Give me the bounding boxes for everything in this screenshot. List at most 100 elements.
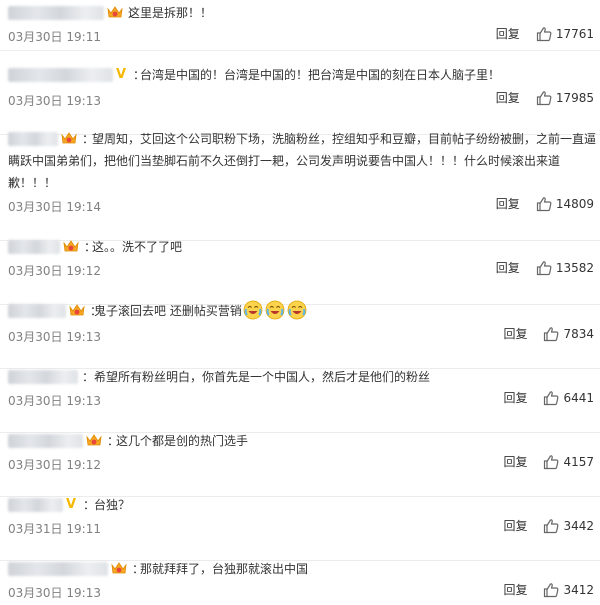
comment-text-content: 台湾是中国的！台湾是中国的！把台湾是中国的刻在日本人脑子里！ bbox=[140, 68, 501, 82]
comment-text: 台湾是中国的！台湾是中国的！把台湾是中国的刻在日本人脑子里！ bbox=[140, 64, 590, 86]
comment-text-content: 这几个都是创的热门选手 bbox=[116, 434, 249, 448]
thumbs-up-icon bbox=[543, 326, 559, 342]
comment-actions: 回复 17761 bbox=[496, 25, 594, 42]
crown-badge-icon bbox=[62, 238, 80, 257]
like-button[interactable]: 4157 bbox=[543, 454, 594, 470]
thumbs-up-icon bbox=[543, 582, 559, 598]
reply-button[interactable]: 回复 bbox=[496, 25, 520, 42]
reply-button[interactable]: 回复 bbox=[503, 453, 527, 470]
like-count: 17761 bbox=[555, 26, 594, 41]
comment-date: 03月30日 bbox=[8, 458, 63, 472]
comment-date: 03月30日 bbox=[8, 394, 63, 408]
svg-text:V: V bbox=[116, 67, 126, 80]
crying-laughing-emoji-icon bbox=[287, 300, 307, 327]
comment-text: 台独？ bbox=[94, 494, 554, 516]
comment-timestamp: 03月30日 19:14 bbox=[8, 198, 101, 215]
comment-text-content: 那就拜拜了，台独那就滚出中国 bbox=[140, 562, 309, 576]
comment-timestamp: 03月30日 19:11 bbox=[8, 28, 101, 45]
comment-text-content: 望周知，艾回这个公司职粉下场，洗脑粉丝，控组知乎和豆瓣，目前帖子纷纷被删，之前一… bbox=[8, 132, 597, 190]
like-button[interactable]: 17761 bbox=[536, 26, 594, 42]
blurred-username[interactable] bbox=[8, 434, 83, 448]
comment-timestamp: 03月30日 19:13 bbox=[8, 328, 101, 345]
like-button[interactable]: 6441 bbox=[543, 390, 594, 406]
comment-actions: 回复 14809 bbox=[496, 195, 594, 212]
comment-text: 希望所有粉丝明白，你首先是一个中国人，然后才是他们的粉丝 bbox=[94, 366, 554, 388]
comment-date: 03月30日 bbox=[8, 586, 63, 600]
blurred-username[interactable] bbox=[8, 240, 60, 254]
separator-colon: ： bbox=[82, 370, 95, 384]
thumbs-up-icon bbox=[543, 454, 559, 470]
like-count: 13582 bbox=[555, 260, 594, 275]
crown-badge-icon bbox=[106, 4, 124, 23]
crying-laughing-emoji-icon bbox=[265, 300, 285, 327]
like-button[interactable]: 3442 bbox=[543, 518, 594, 534]
comment-date: 03月30日 bbox=[8, 330, 63, 344]
comment-text: 这里是拆那！！ bbox=[128, 2, 588, 24]
comment-actions: 回复 7834 bbox=[503, 325, 594, 342]
comment-actions: 回复 3412 bbox=[503, 581, 594, 598]
comment-timestamp: 03月30日 19:12 bbox=[8, 262, 101, 279]
comment-date: 03月30日 bbox=[8, 264, 63, 278]
comment-time: 19:13 bbox=[66, 586, 101, 600]
comment-date: 03月30日 bbox=[8, 200, 63, 214]
like-count: 3412 bbox=[563, 582, 594, 597]
comment-timestamp: 03月30日 19:13 bbox=[8, 584, 101, 601]
comment-time: 19:13 bbox=[66, 394, 101, 408]
comment-text-content: 鬼子滚回去吧 还删帖买营销 bbox=[94, 304, 242, 318]
comment-time: 19:11 bbox=[66, 522, 101, 536]
reply-button[interactable]: 回复 bbox=[496, 89, 520, 106]
like-button[interactable]: 17985 bbox=[536, 90, 594, 106]
thumbs-up-icon bbox=[536, 196, 552, 212]
thumbs-up-icon bbox=[536, 26, 552, 42]
comment-date: 03月31日 bbox=[8, 522, 63, 536]
comment-user: ： bbox=[8, 4, 146, 23]
blurred-username[interactable] bbox=[8, 562, 108, 576]
comment-time: 19:11 bbox=[66, 30, 101, 44]
comment-actions: 回复 17985 bbox=[496, 89, 594, 106]
reply-button[interactable]: 回复 bbox=[496, 259, 520, 276]
like-count: 14809 bbox=[555, 196, 594, 211]
like-count: 3442 bbox=[563, 518, 594, 533]
crown-badge-icon bbox=[110, 560, 128, 579]
reply-button[interactable]: 回复 bbox=[503, 325, 527, 342]
comment-actions: 回复 4157 bbox=[503, 453, 594, 470]
comment-date: 03月30日 bbox=[8, 30, 63, 44]
blurred-username[interactable] bbox=[8, 6, 104, 20]
comment-user: V： bbox=[8, 496, 101, 514]
comment-timestamp: 03月30日 19:13 bbox=[8, 92, 101, 109]
comment-text: 那就拜拜了，台独那就滚出中国 bbox=[140, 558, 600, 580]
blurred-username[interactable] bbox=[8, 68, 113, 82]
comment-divider bbox=[0, 50, 600, 51]
crying-laughing-emoji-icon bbox=[243, 300, 263, 327]
comment-date: 03月30日 bbox=[8, 94, 63, 108]
like-button[interactable]: 13582 bbox=[536, 260, 594, 276]
like-button[interactable]: 3412 bbox=[543, 582, 594, 598]
comment-text: 鬼子滚回去吧 还删帖买营销 bbox=[94, 300, 554, 327]
blurred-username[interactable] bbox=[8, 370, 78, 384]
reply-button[interactable]: 回复 bbox=[503, 517, 527, 534]
reply-button[interactable]: 回复 bbox=[496, 195, 520, 212]
thumbs-up-icon bbox=[543, 518, 559, 534]
comment-user: V： bbox=[8, 66, 151, 84]
like-count: 7834 bbox=[563, 326, 594, 341]
comment-text-content: 希望所有粉丝明白，你首先是一个中国人，然后才是他们的粉丝 bbox=[94, 370, 431, 384]
thumbs-up-icon bbox=[543, 390, 559, 406]
thumbs-up-icon bbox=[536, 90, 552, 106]
like-button[interactable]: 7834 bbox=[543, 326, 594, 342]
comment-time: 19:12 bbox=[66, 458, 101, 472]
comment-time: 19:14 bbox=[66, 200, 101, 214]
reply-button[interactable]: 回复 bbox=[503, 389, 527, 406]
verified-v-icon: V bbox=[65, 496, 79, 513]
comment-timestamp: 03月30日 19:13 bbox=[8, 392, 101, 409]
like-button[interactable]: 14809 bbox=[536, 196, 594, 212]
like-count: 4157 bbox=[563, 454, 594, 469]
comment-user: ： bbox=[8, 368, 100, 386]
verified-v-icon: V bbox=[115, 66, 129, 83]
crown-badge-icon bbox=[85, 432, 103, 451]
blurred-username[interactable] bbox=[8, 304, 66, 318]
blurred-username[interactable] bbox=[8, 498, 63, 512]
comment-timestamp: 03月31日 19:11 bbox=[8, 520, 101, 537]
svg-text:V: V bbox=[66, 497, 76, 510]
reply-button[interactable]: 回复 bbox=[503, 581, 527, 598]
comment-user: ： bbox=[8, 560, 150, 579]
